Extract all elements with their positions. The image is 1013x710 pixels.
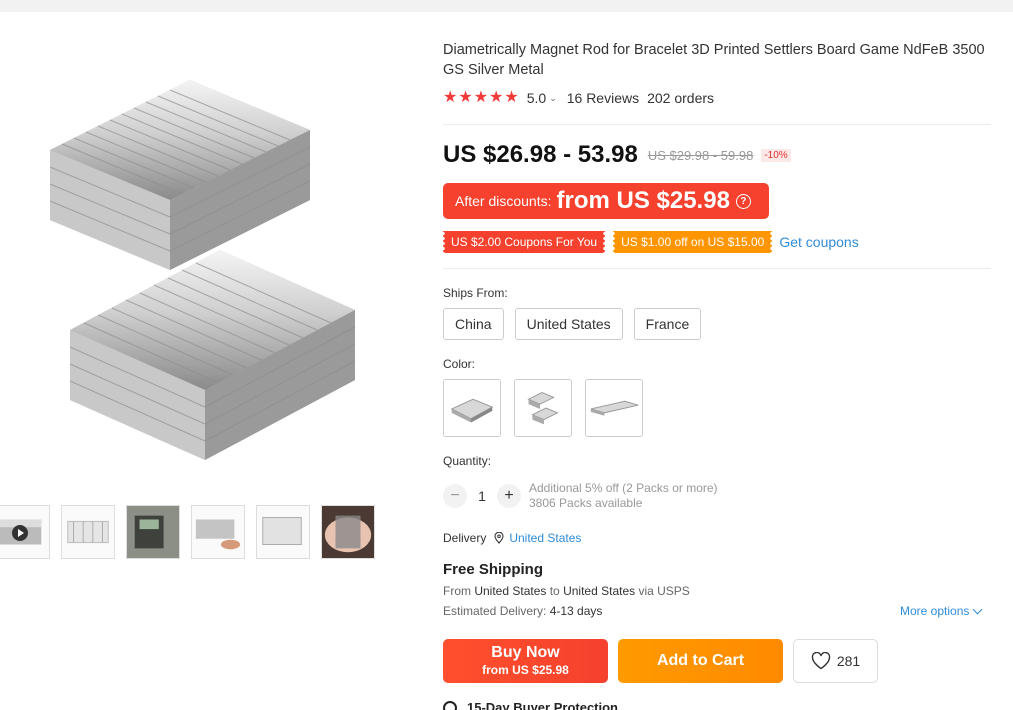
orders-count: 202 orders	[647, 90, 715, 106]
star-icon: ★	[489, 89, 504, 106]
quantity-value[interactable]: 1	[467, 488, 497, 504]
thumbnail-strip	[0, 505, 375, 559]
estimated-delivery-label: Estimated Delivery:	[443, 604, 550, 618]
bulk-discount-note: Additional 5% off (2 Packs or more)	[529, 481, 718, 495]
color-options	[443, 379, 643, 437]
color-option[interactable]	[585, 379, 643, 437]
rating-row: ★ ★ ★ ★ ★ 5.0 ⌄ 16 Reviews 202 orders	[443, 89, 714, 107]
after-discount-banner[interactable]: After discounts: from US $25.98 ?	[443, 183, 769, 219]
star-icon: ★	[504, 89, 519, 106]
chevron-down-icon	[972, 604, 983, 614]
ships-from-option[interactable]: France	[633, 308, 702, 340]
ships-from-label: Ships From:	[443, 286, 508, 300]
more-options-label: More options	[900, 604, 970, 618]
estimated-delivery: Estimated Delivery: 4-13 days	[443, 604, 602, 618]
buy-now-label: Buy Now	[491, 644, 560, 661]
delivery-country-link[interactable]: United States	[509, 531, 581, 545]
delivery-label: Delivery	[443, 531, 487, 545]
thumbnail-image[interactable]	[191, 505, 245, 559]
buyer-protection-label: 15-Day Buyer Protection	[467, 700, 618, 710]
ships-from-options: China United States France	[443, 308, 702, 340]
top-bar	[0, 0, 1013, 12]
reviews-link[interactable]: 16 Reviews	[567, 90, 639, 106]
estimated-delivery-value: 4-13 days	[549, 604, 603, 618]
shipping-destination: United States	[563, 584, 636, 598]
shipping-from-prefix: From	[443, 584, 475, 598]
coupon-badge[interactable]: US $1.00 off on US $15.00	[613, 231, 773, 253]
star-icon: ★	[458, 89, 473, 106]
thumbnail-image[interactable]	[256, 505, 310, 559]
original-price: US $29.98 - 59.98	[647, 147, 754, 163]
wishlist-count: 281	[836, 653, 861, 669]
color-option[interactable]	[514, 379, 572, 437]
color-option[interactable]	[443, 379, 501, 437]
shield-icon	[443, 700, 457, 710]
more-options-link[interactable]: More options	[900, 604, 983, 618]
star-icon: ★	[473, 89, 489, 106]
star-icon: ★	[443, 89, 458, 106]
heart-icon	[811, 652, 831, 670]
coupon-badge[interactable]: US $2.00 Coupons For You	[443, 231, 606, 253]
quantity-info: Additional 5% off (2 Packs or more) 3806…	[529, 481, 718, 511]
buy-now-price: from US $25.98	[482, 663, 569, 677]
quantity-stepper: − 1 + Additional 5% off (2 Packs or more…	[443, 481, 718, 511]
wishlist-button[interactable]: 281	[793, 639, 878, 683]
discount-badge: -10%	[761, 148, 791, 162]
free-shipping-title: Free Shipping	[443, 561, 544, 578]
shipping-origin: United States	[474, 584, 547, 598]
after-discount-label: After discounts:	[455, 193, 552, 209]
get-coupons-link[interactable]: Get coupons	[779, 234, 858, 250]
stock-available: 3806 Packs available	[529, 496, 643, 510]
ships-from-option[interactable]: China	[443, 308, 504, 340]
shipping-carrier: via USPS	[635, 584, 690, 598]
quantity-label: Quantity:	[443, 454, 492, 468]
thumbnail-image[interactable]	[321, 505, 375, 559]
divider	[443, 124, 991, 125]
color-label: Color:	[443, 357, 476, 371]
thumbnail-video[interactable]	[0, 505, 50, 559]
coupons-row: US $2.00 Coupons For You US $1.00 off on…	[443, 231, 859, 253]
shipping-to-prefix: to	[546, 584, 564, 598]
product-title: Diametrically Magnet Rod for Bracelet 3D…	[443, 42, 985, 78]
buy-now-button[interactable]: Buy Now from US $25.98	[443, 639, 608, 683]
price-range: US $26.98 - 53.98	[443, 141, 638, 168]
divider	[443, 268, 991, 269]
buyer-protection: 15-Day Buyer Protection	[443, 700, 618, 710]
main-product-image[interactable]	[40, 70, 370, 460]
play-icon	[12, 525, 28, 541]
ships-from-option[interactable]: United States	[514, 308, 623, 340]
chevron-down-icon[interactable]: ⌄	[549, 93, 557, 104]
price-row: US $26.98 - 53.98 US $29.98 - 59.98 -10%	[443, 141, 791, 169]
quantity-decrease-button[interactable]: −	[443, 484, 467, 508]
star-rating[interactable]: ★ ★ ★ ★ ★	[443, 89, 519, 107]
rating-value[interactable]: 5.0	[527, 90, 546, 106]
question-icon[interactable]: ?	[735, 193, 751, 209]
shipping-route: From United States to United States via …	[443, 584, 690, 598]
location-pin-icon	[494, 532, 504, 544]
delivery-row: Delivery United States	[443, 531, 581, 545]
thumbnail-image[interactable]	[61, 505, 115, 559]
add-to-cart-button[interactable]: Add to Cart	[618, 639, 783, 683]
thumbnail-image[interactable]	[126, 505, 180, 559]
after-discount-price: from US $25.98	[556, 187, 730, 214]
quantity-increase-button[interactable]: +	[497, 484, 521, 508]
